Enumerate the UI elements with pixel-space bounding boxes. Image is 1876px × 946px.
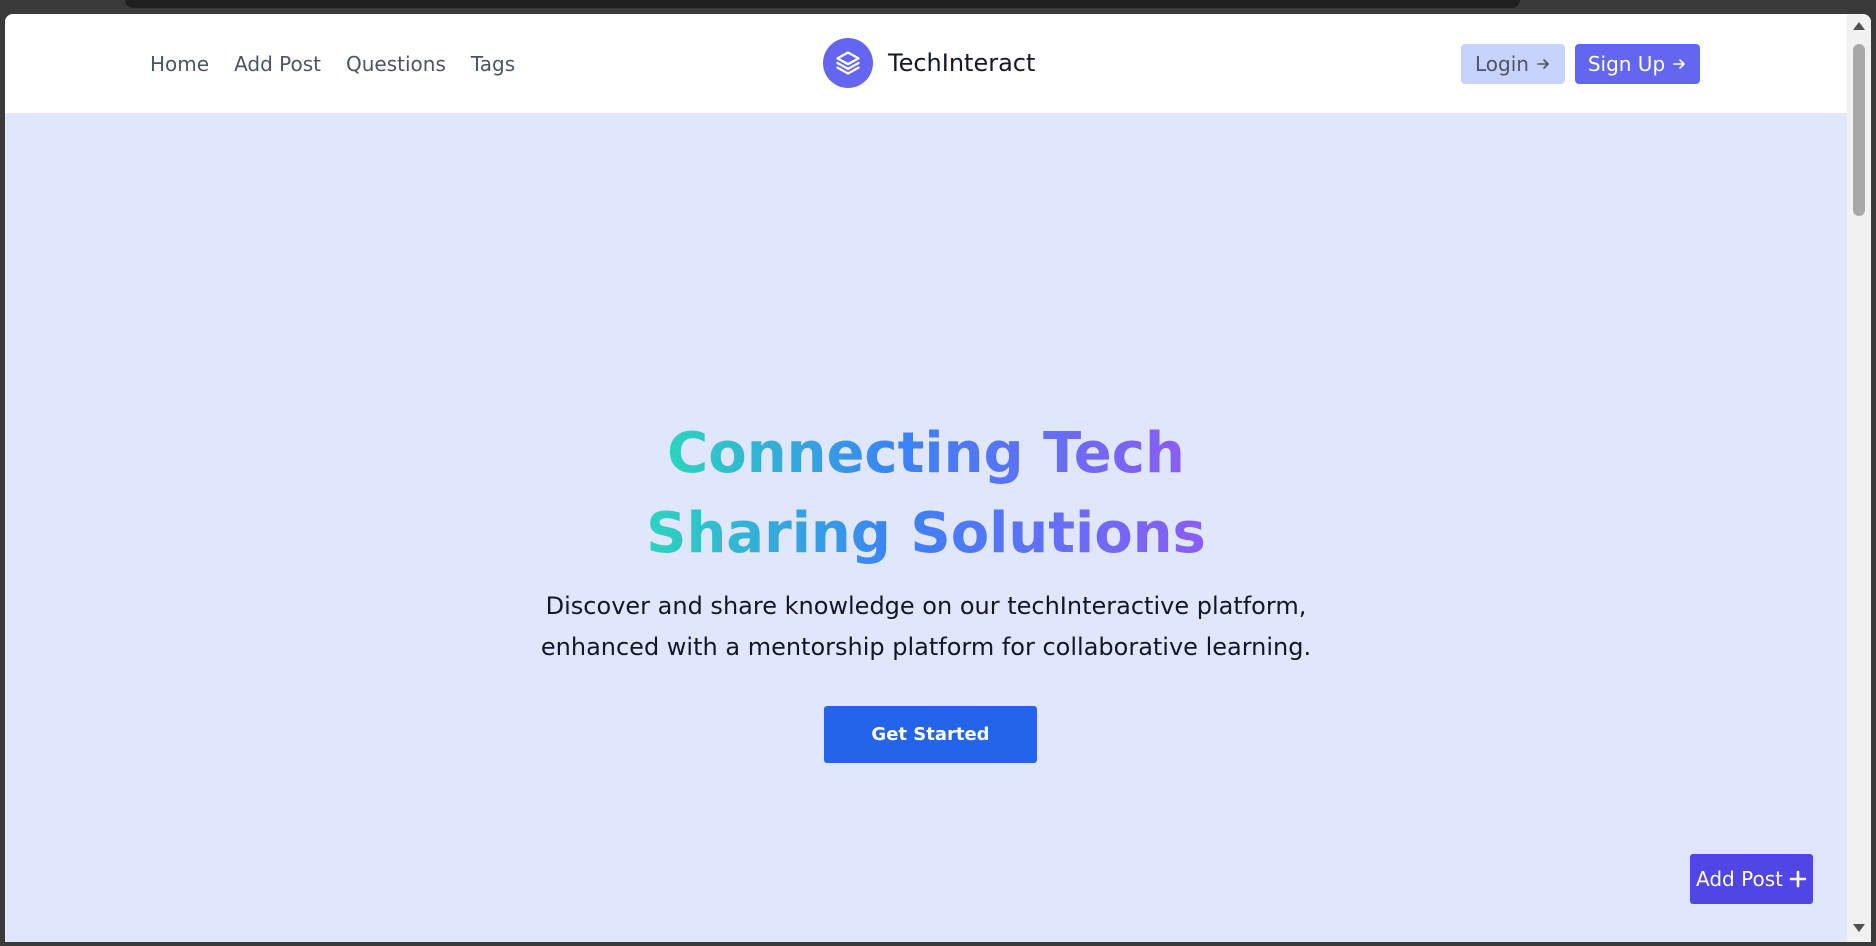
hero-section: Connecting Tech Sharing Solutions Discov… [5,114,1847,942]
hero-description: Discover and share knowledge on our tech… [5,586,1847,668]
brand-name: TechInteract [888,49,1036,77]
arrow-right-icon [1673,59,1685,69]
signup-button[interactable]: Sign Up [1575,44,1700,84]
nav-link-add-post[interactable]: Add Post [234,52,321,76]
brand[interactable]: TechInteract [823,38,1035,88]
add-post-fab-label: Add Post [1696,867,1783,891]
add-post-fab[interactable]: Add Post [1690,854,1813,904]
top-navbar: Home Add Post Questions Tags TechInterac… [5,14,1847,114]
nav-link-tags[interactable]: Tags [471,52,515,76]
vertical-scrollbar[interactable] [1847,14,1871,942]
hero-title-line1: Connecting Tech [667,414,1185,494]
login-label: Login [1475,52,1529,76]
get-started-button[interactable]: Get Started [824,706,1037,763]
plus-icon [1789,870,1807,888]
scroll-down-arrow-icon[interactable] [1853,924,1865,932]
browser-chrome [125,0,1520,8]
hero-title-line2: Sharing Solutions [646,494,1206,574]
nav-link-home[interactable]: Home [150,52,209,76]
arrow-right-icon [1537,59,1549,69]
page-viewport: Home Add Post Questions Tags TechInterac… [5,14,1871,942]
login-button[interactable]: Login [1461,44,1565,84]
hero-desc-line1: Discover and share knowledge on our tech… [545,592,1307,620]
auth-buttons: Login Sign Up [1461,44,1700,84]
scrollbar-thumb[interactable] [1853,44,1865,216]
hero-title: Connecting Tech Sharing Solutions [5,414,1847,574]
nav-links: Home Add Post Questions Tags [150,14,515,114]
scroll-up-arrow-icon[interactable] [1853,22,1865,30]
layers-icon [823,38,873,88]
hero-desc-line2: enhanced with a mentorship platform for … [540,633,1312,661]
signup-label: Sign Up [1587,52,1666,76]
nav-link-questions[interactable]: Questions [346,52,446,76]
